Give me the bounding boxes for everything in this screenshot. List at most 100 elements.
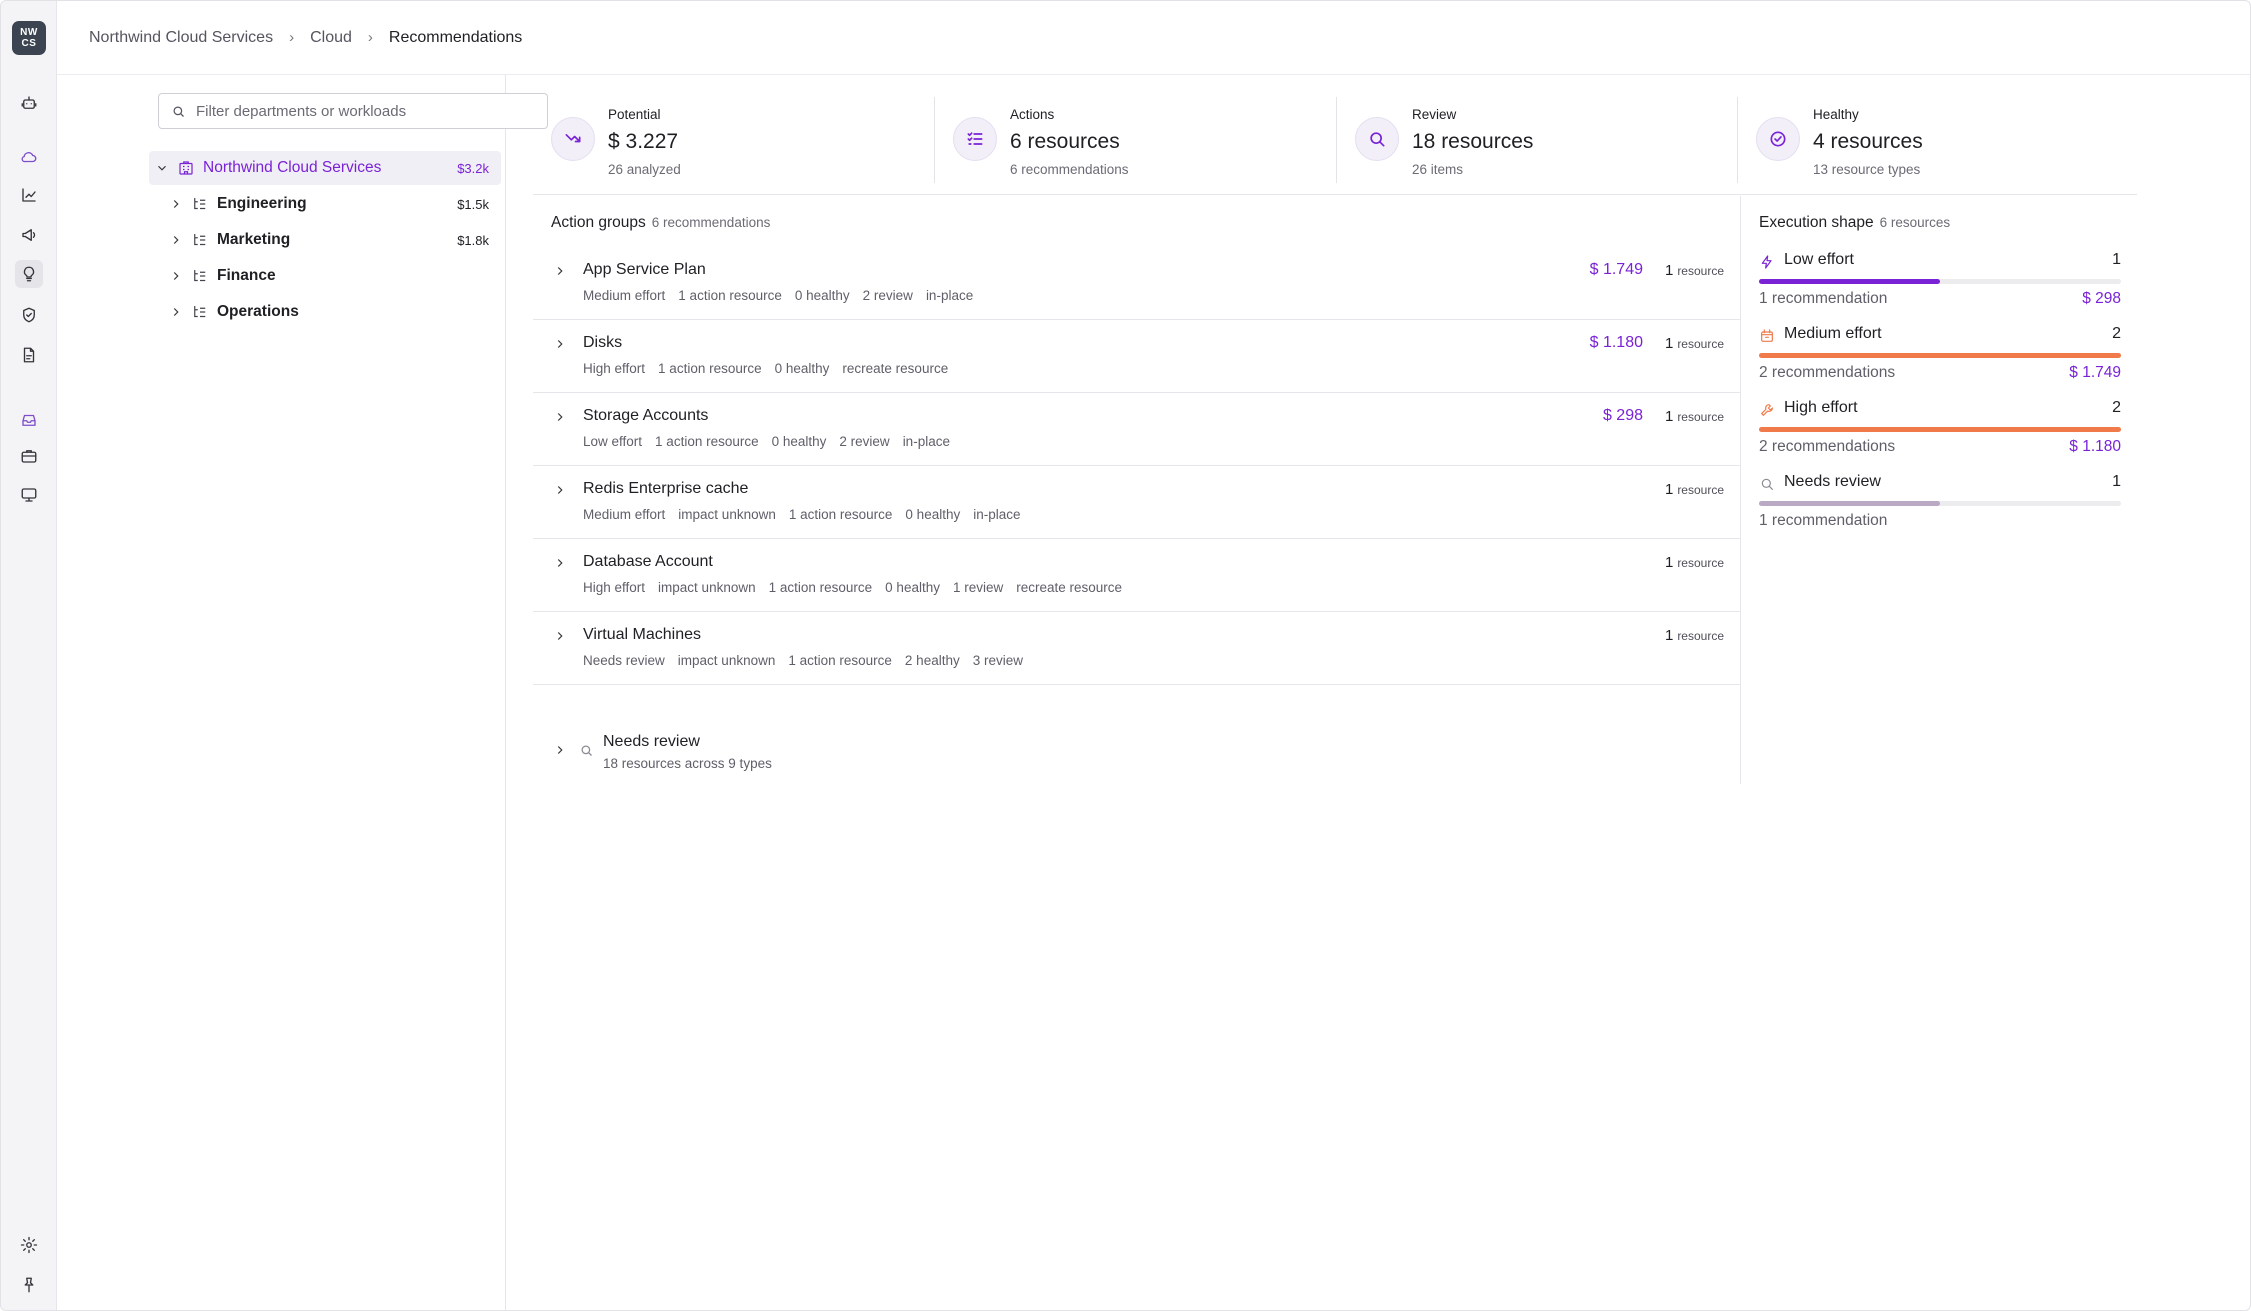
action-group-meta-item: 3 review [972, 653, 1023, 668]
action-group-meta-item: 0 healthy [905, 507, 961, 522]
action-group-meta-item: 1 review [952, 580, 1004, 595]
action-group-meta-item: Medium effort [583, 288, 666, 303]
resource-count-value: 1 [1664, 481, 1674, 498]
chevron-down-icon[interactable] [155, 161, 169, 175]
filter-search [158, 93, 548, 129]
logo-line-2: CS [21, 38, 37, 49]
robot-icon[interactable] [15, 89, 43, 117]
chevron-right-icon[interactable] [169, 269, 183, 283]
resource-count-unit: resource [1677, 629, 1724, 643]
chevron-right-icon: › [367, 29, 373, 46]
action-group-resource-count: 1 resource [1665, 335, 1724, 352]
action-group-row[interactable]: Disks High effort 1 action resource 0 healt… [533, 320, 1741, 393]
settings-icon[interactable] [15, 1231, 43, 1259]
breadcrumb-cloud[interactable]: Cloud [310, 29, 352, 47]
action-group-meta-item: 1 action resource [655, 434, 759, 449]
execution-shape-heading: Execution shape 6 resources [1759, 214, 1950, 232]
chevron-right-icon[interactable] [553, 629, 567, 643]
shield-icon[interactable] [15, 301, 43, 329]
execution-shape-count: 6 resources [1879, 215, 1951, 230]
tree-item-marketing[interactable]: Marketing $1.8k [149, 223, 501, 257]
chevron-right-icon[interactable] [553, 483, 567, 497]
logo-line-1: NW [20, 27, 38, 38]
pin-icon[interactable] [15, 1271, 43, 1299]
resource-count-unit: resource [1677, 410, 1724, 424]
action-group-row[interactable]: App Service Plan Medium effort 1 action re… [533, 247, 1741, 320]
resource-count-unit: resource [1677, 264, 1724, 278]
effort-count: 2 [2112, 399, 2121, 416]
tree-item-label: Engineering [217, 195, 307, 212]
effort-bar-fill [1759, 353, 2121, 358]
effort-bar-fill [1759, 427, 2121, 432]
chevron-right-icon[interactable] [553, 337, 567, 351]
effort-bar-track [1759, 501, 2121, 506]
action-group-resource-count: 1 resource [1665, 262, 1724, 279]
breadcrumb: Northwind Cloud Services › Cloud › Recom… [57, 1, 2250, 75]
lightbulb-icon[interactable] [15, 260, 43, 288]
resource-count-value: 1 [1664, 335, 1674, 352]
action-group-meta-item: 0 healthy [771, 434, 827, 449]
chevron-right-icon[interactable] [169, 197, 183, 211]
action-group-row[interactable]: Redis Enterprise cache Medium effort impac… [533, 466, 1741, 539]
resource-count-value: 1 [1664, 554, 1674, 571]
action-group-row[interactable]: Database Account High effort impact unknow… [533, 539, 1741, 612]
effort-count: 2 [2112, 325, 2121, 342]
tree-item-finance[interactable]: Finance [149, 259, 501, 293]
kpi-value: 6 resources [1010, 130, 1120, 153]
action-group-meta: Low effort 1 action resource 0 healthy 2 re… [583, 434, 950, 449]
calendar-icon [1761, 329, 1773, 342]
effort-count: 1 [2112, 473, 2121, 490]
action-group-meta: Needs review impact unknown 1 action resou… [583, 653, 1023, 668]
action-group-meta-item: 0 healthy [774, 361, 830, 376]
briefcase-icon[interactable] [15, 442, 43, 470]
chevron-right-icon[interactable] [553, 264, 567, 278]
tree-item-label: Marketing [217, 231, 291, 248]
hierarchy-icon [194, 270, 206, 282]
kpi-value: $ 3.227 [608, 130, 679, 153]
action-group-name: Database Account [583, 553, 713, 570]
execution-shape-item: Medium effort 2 2 recommendations $ 1.749 [1759, 323, 2121, 395]
app-window: NW CS Northwind Cloud Services › Cloud ›… [0, 0, 2251, 1311]
effort-recommendations: 2 recommendations [1759, 364, 1896, 381]
action-group-name: Redis Enterprise cache [583, 480, 749, 497]
monitor-icon[interactable] [15, 481, 43, 509]
cloud-icon[interactable] [15, 143, 43, 171]
action-group-row[interactable]: Virtual Machines Needs review impact unkno… [533, 612, 1741, 685]
org-logo[interactable]: NW CS [12, 21, 46, 55]
inbox-icon[interactable] [15, 406, 43, 434]
tree-item-engineering[interactable]: Engineering $1.5k [149, 187, 501, 221]
chevron-right-icon[interactable] [553, 410, 567, 424]
breadcrumb-current: Recommendations [388, 28, 523, 46]
execution-shape-title: Execution shape [1759, 214, 1874, 231]
chevron-right-icon[interactable] [553, 743, 567, 757]
action-group-meta-item: 0 healthy [794, 288, 850, 303]
kpi-potential: Potential $ 3.227 26 analyzed [533, 97, 933, 183]
chevron-right-icon[interactable] [553, 556, 567, 570]
action-group-meta-item: Needs review [583, 653, 665, 668]
chart-icon[interactable] [15, 181, 43, 209]
lightning-icon [1761, 255, 1772, 269]
filter-search-input[interactable] [196, 102, 526, 120]
action-group-name: Virtual Machines [583, 626, 701, 643]
effort-savings: $ 1.180 [2069, 438, 2121, 455]
tree-item-northwind[interactable]: Northwind Cloud Services $3.2k [149, 151, 501, 185]
chevron-right-icon[interactable] [169, 233, 183, 247]
check-circle-icon [1756, 117, 1800, 161]
needs-review-group[interactable]: Needs review 18 resources across 9 types [533, 716, 1741, 784]
action-group-meta-item: impact unknown [678, 507, 776, 522]
action-group-meta-item: High effort [583, 580, 646, 595]
file-icon[interactable] [15, 341, 43, 369]
megaphone-icon[interactable] [15, 221, 43, 249]
chevron-right-icon: › [289, 29, 295, 46]
action-group-resource-count: 1 resource [1665, 554, 1724, 571]
effort-label: Medium effort [1784, 325, 1882, 342]
tree-item-operations[interactable]: Operations [149, 295, 501, 329]
chevron-right-icon[interactable] [169, 305, 183, 319]
breadcrumb-org[interactable]: Northwind Cloud Services [89, 29, 273, 47]
action-group-meta-item: 1 action resource [768, 580, 873, 595]
action-group-meta-item: High effort [583, 361, 646, 376]
action-group-row[interactable]: Storage Accounts Low effort 1 action resou… [533, 393, 1741, 466]
kpi-value: 4 resources [1813, 130, 1923, 153]
tree-item-label: Finance [217, 267, 276, 284]
kpi-label: Healthy [1813, 107, 1859, 122]
